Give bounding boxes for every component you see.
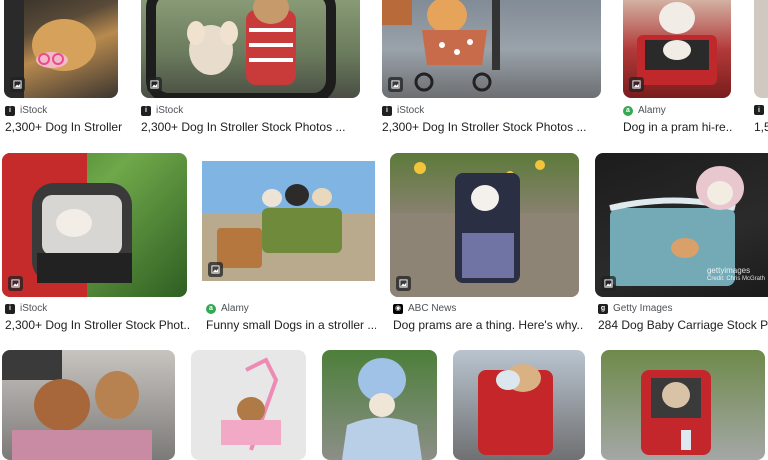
result-thumbnail[interactable] xyxy=(2,350,175,460)
dog-photo xyxy=(2,153,132,297)
result-source[interactable]: i iStock xyxy=(5,303,47,314)
result-title[interactable]: Funny small Dogs in a stroller ... xyxy=(206,318,376,332)
source-name: Alamy xyxy=(221,303,249,314)
result-thumbnail[interactable] xyxy=(141,0,360,98)
dog-photo xyxy=(2,350,152,460)
result-source[interactable]: i xyxy=(754,105,764,115)
image-icon xyxy=(388,77,403,92)
alamy-icon: a xyxy=(623,105,633,116)
result-source[interactable]: a Alamy xyxy=(206,303,249,314)
result-title[interactable]: 2,300+ Dog In Stroller ... xyxy=(5,120,123,134)
result-source[interactable]: i iStock xyxy=(141,105,183,116)
source-name: Alamy xyxy=(638,105,666,116)
source-name: ABC News xyxy=(408,303,457,314)
result-source[interactable]: a Alamy xyxy=(623,105,666,116)
result-title[interactable]: 2,300+ Dog In Stroller Stock Photos ... xyxy=(141,120,365,134)
result-title[interactable]: 1,5 xyxy=(754,120,768,134)
result-thumbnail[interactable] xyxy=(601,350,765,460)
istock-icon: i xyxy=(141,105,151,116)
result-title[interactable]: 284 Dog Baby Carriage Stock Pho xyxy=(598,318,768,332)
image-icon xyxy=(8,276,23,291)
istock-icon: i xyxy=(754,105,764,115)
source-name: iStock xyxy=(156,105,184,116)
source-name: Getty Images xyxy=(613,303,673,314)
abc-news-icon: ◉ xyxy=(393,303,403,314)
istock-icon: i xyxy=(382,105,392,116)
image-icon xyxy=(629,77,644,92)
getty-icon: g xyxy=(598,303,608,314)
result-thumbnail[interactable] xyxy=(453,350,585,460)
dog-photo xyxy=(382,0,500,92)
image-icon xyxy=(601,276,616,291)
result-source[interactable]: g Getty Images xyxy=(598,303,672,314)
source-name: iStock xyxy=(20,303,48,314)
dog-photo xyxy=(342,358,422,460)
result-thumbnail[interactable] xyxy=(2,153,187,297)
dog-photo xyxy=(390,160,579,297)
result-thumbnail[interactable] xyxy=(202,153,375,297)
getty-watermark: gettyimages Credit: Chris McGrath xyxy=(707,266,765,283)
istock-icon: i xyxy=(5,105,15,116)
dog-photo xyxy=(221,357,281,451)
result-source[interactable]: ◉ ABC News xyxy=(393,303,456,314)
result-source[interactable]: i iStock xyxy=(5,105,47,116)
result-title[interactable]: 2,300+ Dog In Stroller Stock Photos ... xyxy=(382,120,604,134)
image-icon xyxy=(208,262,223,277)
result-thumbnail[interactable] xyxy=(322,350,437,460)
result-title[interactable]: Dog in a pram hi-re... xyxy=(623,120,733,134)
watermark-brand: gettyimages xyxy=(706,266,751,276)
dog-photo xyxy=(202,161,375,297)
result-thumbnail[interactable] xyxy=(754,0,768,98)
image-icon xyxy=(10,77,25,92)
result-thumbnail[interactable] xyxy=(191,350,306,460)
watermark-credit: Credit: Chris McGrath xyxy=(706,275,765,282)
result-title[interactable]: 2,300+ Dog In Stroller Stock Phot... xyxy=(5,318,190,332)
image-icon xyxy=(396,276,411,291)
image-icon xyxy=(147,77,162,92)
result-thumbnail[interactable] xyxy=(623,0,731,98)
result-source[interactable]: i iStock xyxy=(382,105,424,116)
result-title[interactable]: Dog prams are a thing. Here's why... xyxy=(393,318,583,332)
dog-photo xyxy=(641,370,711,455)
result-thumbnail[interactable] xyxy=(382,0,601,98)
istock-icon: i xyxy=(5,303,15,314)
source-name: iStock xyxy=(397,105,425,116)
dog-photo xyxy=(146,0,336,98)
result-thumbnail[interactable] xyxy=(390,153,579,297)
source-name: iStock xyxy=(20,105,48,116)
result-thumbnail[interactable] xyxy=(4,0,118,98)
dog-photo xyxy=(478,364,553,455)
alamy-icon: a xyxy=(206,303,216,314)
result-thumbnail[interactable]: gettyimages Credit: Chris McGrath xyxy=(595,153,768,297)
